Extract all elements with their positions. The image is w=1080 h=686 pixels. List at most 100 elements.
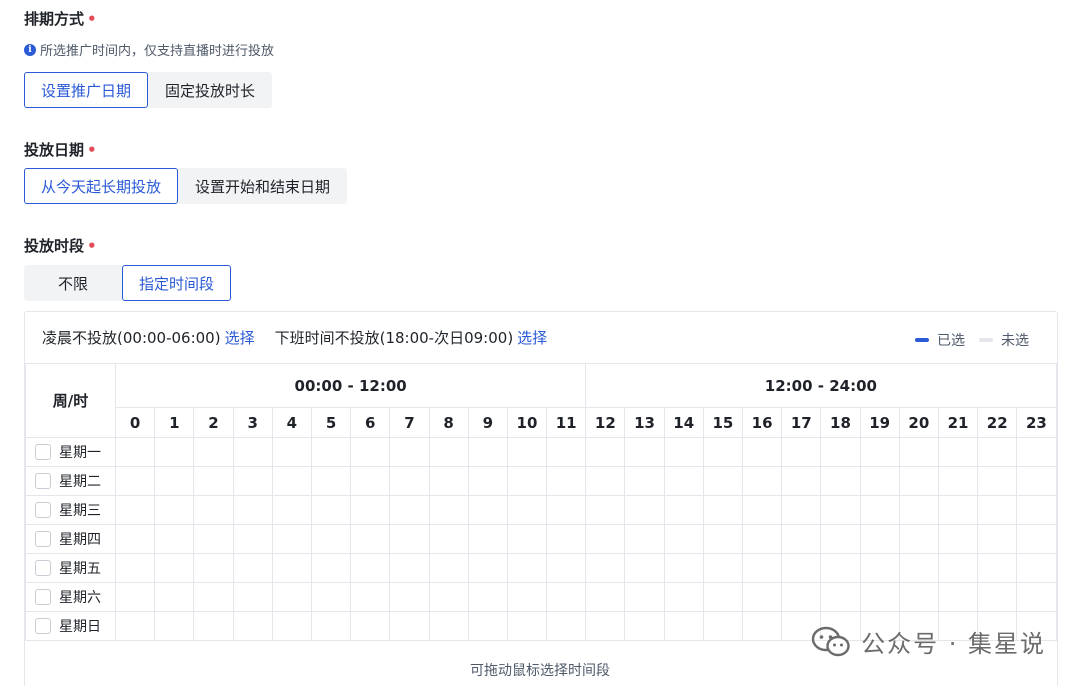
time-slot-cell[interactable] bbox=[585, 437, 626, 467]
option-long-term[interactable]: 从今天起长期投放 bbox=[24, 168, 179, 204]
time-slot-cell[interactable] bbox=[937, 582, 979, 612]
time-slot-cell[interactable] bbox=[467, 437, 508, 467]
day-checkbox[interactable] bbox=[35, 589, 51, 605]
select-early-morning-link[interactable]: 选择 bbox=[225, 327, 255, 348]
time-slot-cell[interactable] bbox=[193, 582, 234, 612]
day-checkbox[interactable] bbox=[35, 473, 51, 489]
time-slot-cell[interactable] bbox=[232, 524, 273, 554]
time-slot-cell[interactable] bbox=[232, 553, 273, 583]
time-slot-cell[interactable] bbox=[467, 611, 508, 641]
time-slot-cell[interactable] bbox=[271, 437, 312, 467]
time-slot-cell[interactable] bbox=[154, 495, 195, 525]
time-slot-cell[interactable] bbox=[624, 611, 665, 641]
time-slot-cell[interactable] bbox=[663, 466, 704, 496]
time-slot-cell[interactable] bbox=[781, 437, 822, 467]
time-slot-cell[interactable] bbox=[193, 553, 234, 583]
time-slot-cell[interactable] bbox=[350, 495, 391, 525]
time-slot-cell[interactable] bbox=[271, 466, 312, 496]
time-slot-cell[interactable] bbox=[114, 524, 156, 554]
option-fixed-duration[interactable]: 固定投放时长 bbox=[148, 72, 273, 108]
time-slot-cell[interactable] bbox=[428, 437, 469, 467]
select-after-work-link[interactable]: 选择 bbox=[517, 327, 547, 348]
time-slot-cell[interactable] bbox=[937, 553, 979, 583]
time-slot-cell[interactable] bbox=[154, 611, 195, 641]
option-unlimited[interactable]: 不限 bbox=[24, 265, 122, 301]
time-slot-cell[interactable] bbox=[506, 437, 548, 467]
time-slot-cell[interactable] bbox=[546, 437, 587, 467]
time-slot-cell[interactable] bbox=[193, 611, 234, 641]
time-slot-cell[interactable] bbox=[937, 437, 979, 467]
time-slot-cell[interactable] bbox=[624, 437, 665, 467]
time-slot-cell[interactable] bbox=[702, 437, 744, 467]
time-slot-cell[interactable] bbox=[820, 582, 861, 612]
time-slot-cell[interactable] bbox=[310, 582, 352, 612]
day-checkbox[interactable] bbox=[35, 502, 51, 518]
time-slot-cell[interactable] bbox=[350, 553, 391, 583]
time-slot-cell[interactable] bbox=[193, 466, 234, 496]
time-slot-cell[interactable] bbox=[546, 466, 587, 496]
time-slot-cell[interactable] bbox=[898, 437, 939, 467]
time-slot-cell[interactable] bbox=[1016, 553, 1057, 583]
time-slot-cell[interactable] bbox=[741, 553, 783, 583]
time-slot-cell[interactable] bbox=[977, 495, 1018, 525]
time-slot-cell[interactable] bbox=[702, 524, 744, 554]
time-slot-cell[interactable] bbox=[663, 437, 704, 467]
time-slot-cell[interactable] bbox=[937, 466, 979, 496]
time-slot-cell[interactable] bbox=[389, 553, 430, 583]
time-slot-cell[interactable] bbox=[271, 553, 312, 583]
time-slot-cell[interactable] bbox=[741, 466, 783, 496]
time-slot-cell[interactable] bbox=[310, 495, 352, 525]
time-slot-cell[interactable] bbox=[114, 437, 156, 467]
time-slot-cell[interactable] bbox=[193, 437, 234, 467]
time-slot-cell[interactable] bbox=[154, 582, 195, 612]
time-slot-cell[interactable] bbox=[467, 466, 508, 496]
time-slot-cell[interactable] bbox=[193, 495, 234, 525]
time-slot-cell[interactable] bbox=[859, 495, 900, 525]
time-slot-cell[interactable] bbox=[781, 466, 822, 496]
time-slot-cell[interactable] bbox=[624, 466, 665, 496]
time-slot-cell[interactable] bbox=[546, 553, 587, 583]
time-slot-cell[interactable] bbox=[859, 553, 900, 583]
time-slot-cell[interactable] bbox=[820, 495, 861, 525]
time-slot-cell[interactable] bbox=[232, 582, 273, 612]
time-slot-cell[interactable] bbox=[389, 437, 430, 467]
time-slot-cell[interactable] bbox=[898, 495, 939, 525]
time-slot-cell[interactable] bbox=[310, 524, 352, 554]
time-slot-cell[interactable] bbox=[428, 611, 469, 641]
time-slot-cell[interactable] bbox=[663, 553, 704, 583]
time-slot-cell[interactable] bbox=[820, 466, 861, 496]
time-slot-cell[interactable] bbox=[114, 611, 156, 641]
time-slot-cell[interactable] bbox=[232, 437, 273, 467]
time-slot-cell[interactable] bbox=[663, 582, 704, 612]
time-slot-cell[interactable] bbox=[350, 611, 391, 641]
time-slot-cell[interactable] bbox=[663, 524, 704, 554]
time-slot-cell[interactable] bbox=[1016, 437, 1057, 467]
time-slot-cell[interactable] bbox=[781, 582, 822, 612]
time-slot-cell[interactable] bbox=[310, 553, 352, 583]
option-specified-period[interactable]: 指定时间段 bbox=[122, 265, 232, 301]
time-slot-cell[interactable] bbox=[350, 524, 391, 554]
time-slot-cell[interactable] bbox=[624, 524, 665, 554]
time-slot-cell[interactable] bbox=[428, 495, 469, 525]
time-slot-cell[interactable] bbox=[193, 524, 234, 554]
time-slot-cell[interactable] bbox=[702, 466, 744, 496]
time-slot-cell[interactable] bbox=[467, 495, 508, 525]
time-slot-cell[interactable] bbox=[585, 611, 626, 641]
time-slot-cell[interactable] bbox=[506, 524, 548, 554]
time-slot-cell[interactable] bbox=[506, 495, 548, 525]
time-slot-cell[interactable] bbox=[820, 524, 861, 554]
time-slot-cell[interactable] bbox=[741, 495, 783, 525]
time-slot-cell[interactable] bbox=[859, 582, 900, 612]
time-slot-cell[interactable] bbox=[624, 582, 665, 612]
time-slot-cell[interactable] bbox=[506, 582, 548, 612]
time-slot-cell[interactable] bbox=[977, 437, 1018, 467]
time-slot-cell[interactable] bbox=[506, 553, 548, 583]
time-slot-cell[interactable] bbox=[937, 495, 979, 525]
time-slot-cell[interactable] bbox=[271, 524, 312, 554]
time-slot-cell[interactable] bbox=[1016, 466, 1057, 496]
time-slot-cell[interactable] bbox=[898, 582, 939, 612]
time-slot-cell[interactable] bbox=[663, 495, 704, 525]
time-slot-cell[interactable] bbox=[154, 553, 195, 583]
time-slot-cell[interactable] bbox=[114, 553, 156, 583]
time-slot-cell[interactable] bbox=[389, 582, 430, 612]
